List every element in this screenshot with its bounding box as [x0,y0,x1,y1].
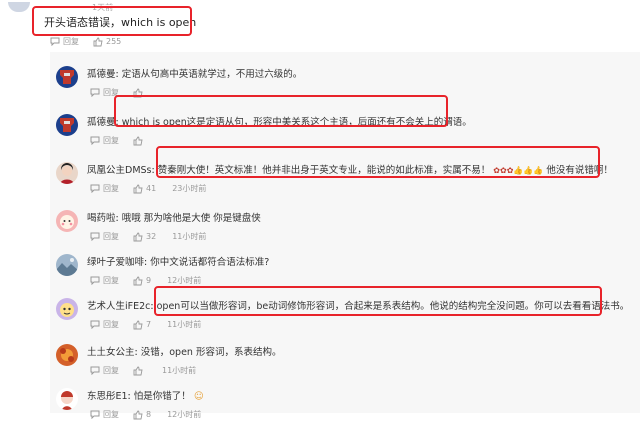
like-button[interactable]: 7 [133,320,151,330]
reply-text: 定语从句高中英语就学过，不用过六级的。 [121,69,303,80]
avatar[interactable] [56,254,78,276]
like-button[interactable] [133,366,146,376]
reply-label: 回复 [103,136,119,145]
reply-actions: 回复 7 11小时前 [90,319,201,330]
smile-emoji-icon: ☺ [193,391,204,402]
username[interactable]: 土土女公主 [87,347,135,358]
comment-icon [90,136,100,145]
thumbs-up-icon [133,136,143,145]
reply-text: 怕是你错了！ [133,391,191,402]
avatar[interactable] [56,344,78,366]
comment-icon [90,366,100,375]
like-count: 8 [146,410,152,419]
username[interactable]: 凤凰公主DMSs [87,165,152,176]
comment-icon [90,184,100,193]
username[interactable]: 孤德曼 [87,69,116,80]
like-button[interactable]: 255 [93,37,121,47]
avatar[interactable] [56,114,78,136]
username[interactable]: 绿叶子爱咖啡 [87,257,144,268]
reply-actions: 回复 11小时前 [90,365,196,376]
reply-button[interactable]: 回复 [90,183,119,194]
reply-time: 11小时前 [172,232,207,241]
reply-button[interactable]: 回复 [90,275,119,286]
reply-actions: 回复 8 12小时前 [90,409,201,420]
comment-icon [90,232,100,241]
username[interactable]: 艺术人生iFE2c [87,301,150,312]
reply-actions: 回复 41 23小时前 [90,183,206,194]
like-count: 41 [146,184,157,193]
username[interactable]: 喝药啦 [87,213,116,224]
username[interactable]: 东思彤E1 [87,391,128,402]
reply-actions: 回复 9 12小时前 [90,275,201,286]
like-count: 9 [146,276,152,285]
reply-button[interactable]: 回复 [90,319,119,330]
reply-time: 11小时前 [167,320,202,329]
reply-label: 回复 [103,366,119,375]
thumbs-up-icon [133,320,143,329]
avatar[interactable] [56,210,78,232]
reply-label: 回复 [103,276,119,285]
comment-icon [90,276,100,285]
like-button[interactable]: 8 [133,410,151,420]
highlight-box [114,95,448,127]
list-item: 东思彤E1: 怕是你错了！ ☺ 回复 8 12小时前 [50,378,640,430]
reply-time: 12小时前 [167,410,202,419]
reply-actions: 回复 [90,135,160,146]
thumbs-up-icon [133,276,143,285]
reply-label: 回复 [103,410,119,419]
like-button[interactable]: 41 [133,184,156,194]
username[interactable]: 孤德曼 [87,117,116,128]
reply-label: 回复 [103,232,119,241]
comment-icon [50,37,60,46]
reply-text: 哦哦 那为啥他是大使 你是键盘侠 [121,213,261,224]
comment-actions: 回复 255 [50,36,135,47]
highlight-box [154,286,602,316]
reply-label: 回复 [63,37,79,46]
thumbs-up-icon [133,366,143,375]
reply-actions: 回复 32 11小时前 [90,231,206,242]
avatar[interactable] [56,66,78,88]
avatar[interactable] [56,388,78,410]
reply-button[interactable]: 回复 [50,36,79,47]
comment-icon [90,320,100,329]
reply-text: 没错，open 形容词，系表结构。 [140,347,282,358]
avatar[interactable] [8,2,30,12]
avatar[interactable] [56,162,78,184]
thumbs-up-icon [133,232,143,241]
like-count: 7 [146,320,152,329]
like-count: 32 [146,232,157,241]
like-button[interactable]: 32 [133,232,156,242]
reply-label: 回复 [103,320,119,329]
highlight-box [32,6,192,36]
comment-icon [90,410,100,419]
avatar[interactable] [56,298,78,320]
thumbs-up-icon [93,37,103,46]
reply-button[interactable]: 回复 [90,365,119,376]
reply-time: 23小时前 [172,184,207,193]
highlight-box [156,146,600,178]
reply-label: 回复 [103,184,119,193]
reply-text: 你中文说话都符合语法标准? [150,257,270,268]
reply-time: 12小时前 [167,276,202,285]
reply-button[interactable]: 回复 [90,409,119,420]
reply-time: 11小时前 [162,366,197,375]
thumbs-up-icon [133,410,143,419]
like-button[interactable]: 9 [133,276,151,286]
like-button[interactable] [133,136,146,146]
comment-icon [90,88,100,97]
thumbs-up-icon [133,184,143,193]
like-count: 255 [106,37,122,46]
reply-button[interactable]: 回复 [90,231,119,242]
reply-button[interactable]: 回复 [90,135,119,146]
